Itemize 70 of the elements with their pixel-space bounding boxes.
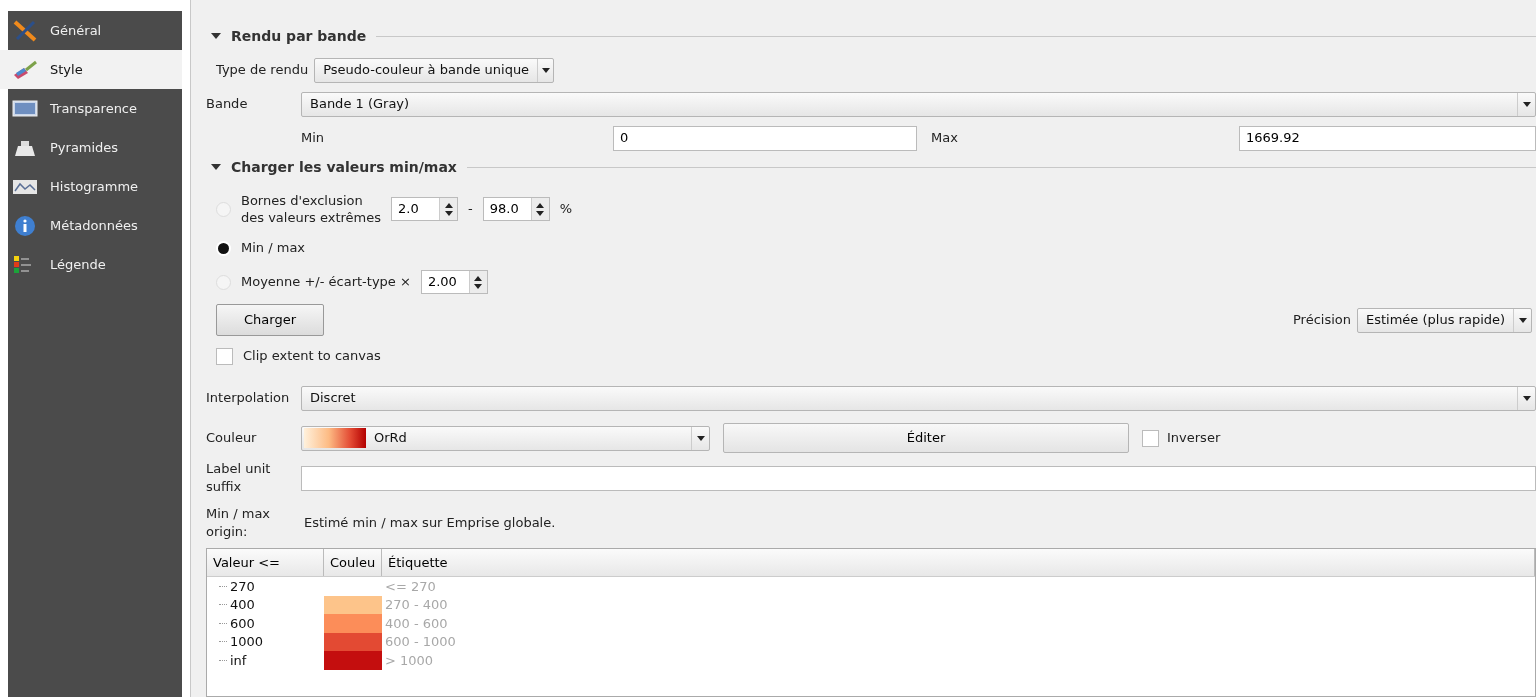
table-cell-text: 400	[230, 596, 255, 614]
collapse-arrow-icon[interactable]	[211, 31, 221, 41]
table-cell-text: <= 270	[384, 577, 436, 596]
sidebar-item[interactable]: Général	[8, 11, 182, 50]
sidebar-item[interactable]: Pyramides	[8, 128, 182, 167]
table-cell-text: 600 - 1000	[384, 633, 456, 651]
interpolation-dropdown[interactable]: Discret	[301, 385, 1536, 411]
column-header[interactable]: Étiquette	[382, 549, 1535, 576]
spin-box[interactable]: 2.0	[391, 197, 458, 221]
field-label: Min	[301, 129, 326, 148]
option-label: Min / max	[241, 239, 306, 258]
brush-icon	[12, 58, 38, 81]
field-label: Min / max origin:	[206, 505, 272, 541]
origin-text: Estimé min / max sur Emprise globale.	[304, 514, 556, 533]
field-label: Précision	[1293, 311, 1351, 330]
spin-arrows-icon	[536, 202, 545, 216]
checkbox-label: Inverser	[1167, 429, 1221, 448]
table-cell-text: 270	[230, 577, 255, 596]
edit-button[interactable]: Éditer	[723, 423, 1129, 453]
info-icon	[12, 214, 38, 237]
sidebar-item[interactable]: Histogramme	[8, 167, 182, 206]
unit-label: %	[559, 200, 573, 219]
max-input[interactable]: 1669.92	[1239, 125, 1536, 151]
section-title: Rendu par bande	[231, 26, 367, 46]
table-cell-text: > 1000	[384, 651, 434, 670]
spin-box[interactable]: 98.0	[482, 197, 550, 221]
table-cell-text: 400 - 600	[384, 614, 448, 633]
caret-icon	[1522, 101, 1531, 107]
precision-dropdown[interactable]: Estimée (plus rapide)	[1357, 307, 1532, 333]
caret-icon	[541, 67, 550, 73]
checkbox[interactable]	[1142, 429, 1159, 447]
section-title: Charger les valeurs min/max	[231, 157, 457, 177]
field-label: Max	[930, 129, 959, 148]
band-dropdown[interactable]: Bande 1 (Gray)	[301, 91, 1536, 117]
color-ramp-dropdown[interactable]: OrRd	[301, 425, 710, 451]
table-cell-text: inf	[230, 651, 247, 670]
range-separator: -	[468, 200, 473, 219]
column-header[interactable]: Valeur <=	[207, 549, 324, 576]
caret-icon	[1518, 317, 1527, 323]
unit-suffix-input[interactable]	[301, 465, 1536, 491]
radio-button[interactable]	[216, 240, 231, 256]
load-button[interactable]: Charger	[216, 304, 324, 336]
screen-icon	[12, 97, 38, 120]
caret-icon	[1522, 395, 1531, 401]
table-cell-text: 270 - 400	[384, 596, 448, 614]
collapse-arrow-icon[interactable]	[211, 162, 221, 172]
min-input[interactable]: 0	[613, 125, 917, 151]
field-label: Type de rendu	[216, 61, 309, 80]
sidebar-item[interactable]: Transparence	[8, 89, 182, 128]
gradient-swatch-icon	[304, 428, 366, 448]
checkbox[interactable]	[216, 347, 233, 365]
column-header[interactable]: Couleu	[324, 549, 382, 576]
field-label: Interpolation	[206, 389, 291, 408]
sidebar-item[interactable]: Style	[0, 50, 182, 89]
field-label: Bande	[206, 95, 249, 114]
spin-box[interactable]: 2.00	[420, 270, 488, 294]
render-type-dropdown[interactable]: Pseudo-couleur à bande unique	[314, 57, 555, 83]
table-cell-text: 1000	[230, 633, 264, 651]
option-label: Moyenne +/- écart-type ×	[241, 273, 411, 292]
spin-arrows-icon	[444, 202, 453, 216]
tools-icon	[12, 19, 38, 42]
field-label: Label unit suffix	[206, 460, 272, 496]
checkbox-label: Clip extent to canvas	[243, 347, 381, 366]
sidebar-item[interactable]: Légende	[8, 245, 182, 284]
field-label: Couleur	[206, 429, 258, 448]
table-cell-text: 600	[230, 614, 255, 633]
sidebar-item[interactable]: Métadonnées	[8, 206, 182, 245]
spin-arrows-icon	[474, 275, 483, 289]
option-label: Bornes d'exclusion des valeurs extrêmes	[241, 192, 381, 226]
caret-icon	[696, 435, 705, 441]
